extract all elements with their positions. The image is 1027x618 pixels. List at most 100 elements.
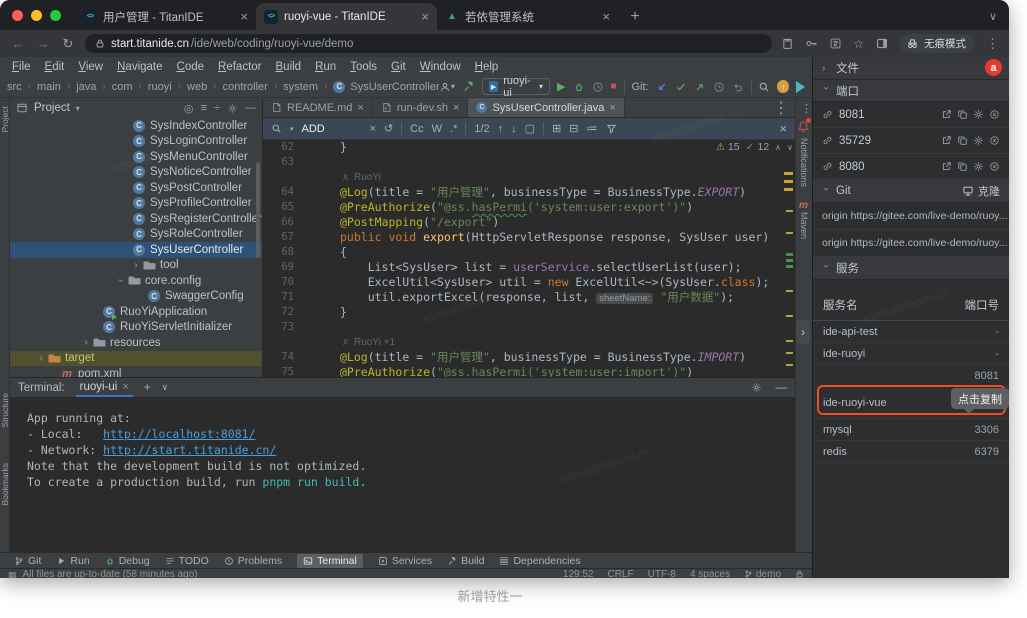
terminal-tab[interactable]: ruoyi-ui × — [76, 378, 133, 397]
service-row-ide-ruoyi[interactable]: ide-ruoyi- — [813, 343, 1009, 365]
toolwindow-run[interactable]: Run — [56, 554, 89, 568]
prev-problem-icon[interactable]: ∧ — [775, 143, 781, 152]
line-number[interactable]: 64 — [263, 185, 294, 200]
caret-position[interactable]: 129:52 — [563, 569, 594, 578]
find-in-selection-icon[interactable]: ▢ — [525, 122, 535, 135]
locate-file-icon[interactable]: ◎ — [184, 102, 194, 115]
toolwindow-dependencies[interactable]: Dependencies — [499, 554, 580, 568]
debug-button[interactable] — [573, 81, 585, 93]
menu-window[interactable]: Window — [413, 61, 468, 73]
remove-occurrence-icon[interactable]: ⊟ — [569, 122, 578, 135]
editor-tab[interactable]: run-dev.sh× — [373, 98, 469, 117]
gear-icon[interactable] — [973, 161, 984, 172]
chevron-right-icon[interactable]: › — [130, 260, 142, 271]
url-field[interactable]: start.titanide.cn/ide/web/coding/ruoyi-v… — [85, 34, 772, 53]
tree-item-swaggerconfig[interactable]: CSwaggerConfig — [10, 289, 262, 305]
minimize-window-button[interactable] — [31, 10, 42, 21]
menu-git[interactable]: Git — [384, 61, 413, 73]
tree-item-sysmenucontroller[interactable]: CSysMenuController — [10, 149, 262, 165]
menu-view[interactable]: View — [71, 61, 110, 73]
line-number[interactable]: 66 — [263, 215, 294, 230]
zoom-window-button[interactable] — [50, 10, 61, 21]
find-history-icon[interactable]: ↺ — [384, 122, 393, 135]
git-push-icon[interactable] — [694, 81, 706, 93]
tree-item-target[interactable]: ›target — [10, 351, 262, 367]
git-remote-row[interactable]: origin https://gitee.com/live-demo/ruoy.… — [813, 230, 1009, 257]
open-new-icon[interactable] — [941, 109, 952, 120]
editor-tab[interactable]: README.md× — [263, 98, 373, 117]
gear-icon[interactable] — [973, 135, 984, 146]
terminal-link[interactable]: http://start.titanide.cn/ — [103, 443, 276, 457]
stripe-bookmarks-label[interactable]: Bookmarks — [0, 463, 10, 506]
line-number[interactable]: 74 — [263, 350, 294, 365]
tab-options-icon[interactable]: ⋮ — [773, 98, 795, 117]
line-number[interactable]: 67 — [263, 230, 294, 245]
browser-tab[interactable]: ▲若依管理系统× — [437, 3, 618, 30]
port-row[interactable]: 35729 — [813, 128, 1009, 154]
next-problem-icon[interactable]: ∨ — [787, 143, 793, 152]
menu-edit[interactable]: Edit — [38, 61, 72, 73]
tree-item-sysrolecontroller[interactable]: CSysRoleController — [10, 227, 262, 243]
notification-bell-icon[interactable] — [797, 120, 810, 133]
back-icon[interactable]: ← — [10, 36, 26, 51]
menu-run[interactable]: Run — [308, 61, 343, 73]
stripe-project-label[interactable]: Project — [0, 106, 10, 132]
gear-icon[interactable] — [973, 109, 984, 120]
open-new-icon[interactable] — [941, 161, 952, 172]
browser-menu-icon[interactable]: ⋮ — [986, 36, 999, 52]
tree-item-ruoyiservletinitializer[interactable]: CRuoYiServletInitializer — [10, 320, 262, 336]
breadcrumb-item[interactable]: controller — [223, 81, 268, 93]
stripe-structure-label[interactable]: Structure — [0, 393, 10, 428]
tree-item-sysusercontroller[interactable]: CSysUserController — [10, 242, 262, 258]
line-number[interactable]: 73 — [263, 320, 294, 335]
reload-icon[interactable]: ↻ — [60, 36, 76, 52]
terminal-tab-close-icon[interactable]: × — [122, 381, 128, 393]
translate-icon[interactable] — [829, 37, 842, 50]
line-number[interactable]: 68 — [263, 245, 294, 260]
line-separator[interactable]: CRLF — [607, 569, 633, 578]
line-number[interactable]: 75 — [263, 365, 294, 377]
menu-code[interactable]: Code — [170, 61, 212, 73]
tree-scrollbar[interactable] — [256, 162, 260, 258]
tree-item-sysprofilecontroller[interactable]: CSysProfileController — [10, 196, 262, 212]
find-next-icon[interactable]: ↓ — [511, 123, 517, 135]
close-circle-icon[interactable] — [989, 109, 1000, 120]
files-section-header[interactable]: › 文件 — [813, 57, 1009, 80]
tree-item-resources[interactable]: ›resources — [10, 335, 262, 351]
tree-item-tool[interactable]: ›tool — [10, 258, 262, 274]
select-all-occurrences-icon[interactable]: ≔ — [587, 122, 598, 135]
tree-item-sysindexcontroller[interactable]: CSysIndexController — [10, 118, 262, 134]
close-tab-icon[interactable]: × — [609, 102, 615, 114]
menu-build[interactable]: Build — [269, 61, 309, 73]
chevron-right-icon[interactable]: › — [35, 353, 47, 364]
tree-item-sysnoticecontroller[interactable]: CSysNoticeController — [10, 165, 262, 181]
terminal-settings-gear-icon[interactable] — [751, 382, 762, 393]
collapse-all-icon[interactable]: ÷ — [214, 102, 220, 114]
copy-icon[interactable] — [957, 135, 968, 146]
bookmark-star-icon[interactable]: ☆ — [853, 37, 864, 51]
ports-section-header[interactable]: › 端口 — [813, 80, 1009, 102]
line-number[interactable]: 63 — [263, 155, 294, 170]
file-encoding[interactable]: UTF-8 — [648, 569, 676, 578]
side-panel-icon[interactable] — [875, 37, 889, 50]
whole-words-toggle[interactable]: W — [432, 123, 442, 135]
port-row[interactable]: 8081 — [813, 102, 1009, 128]
editor-tab[interactable]: CSysUserController.java× — [468, 98, 624, 117]
git-rollback-icon[interactable] — [732, 81, 744, 93]
breadcrumb-item[interactable]: system — [283, 81, 318, 93]
toolwindow-git[interactable]: Git — [14, 554, 41, 568]
author-hint[interactable]: RuoYi +1 — [263, 335, 795, 350]
service-row-ide-api-test[interactable]: ide-api-test- — [813, 321, 1009, 343]
git-history-icon[interactable] — [713, 81, 725, 93]
tree-item-ruoyiapplication[interactable]: CRuoYiApplication — [10, 304, 262, 320]
service-row[interactable]: 8081 — [813, 365, 1009, 387]
git-remote-row[interactable]: origin https://gitee.com/live-demo/ruoy.… — [813, 203, 1009, 230]
close-circle-icon[interactable] — [989, 135, 1000, 146]
line-number[interactable]: 69 — [263, 260, 294, 275]
toolwindow-debug[interactable]: Debug — [105, 554, 150, 568]
new-terminal-icon[interactable]: + — [144, 382, 151, 394]
close-tab-icon[interactable]: × — [357, 102, 363, 114]
expand-all-icon[interactable]: ≡ — [201, 102, 207, 114]
ide-update-icon[interactable]: ↑ — [777, 80, 789, 93]
author-hint[interactable]: RuoYi — [263, 170, 795, 185]
